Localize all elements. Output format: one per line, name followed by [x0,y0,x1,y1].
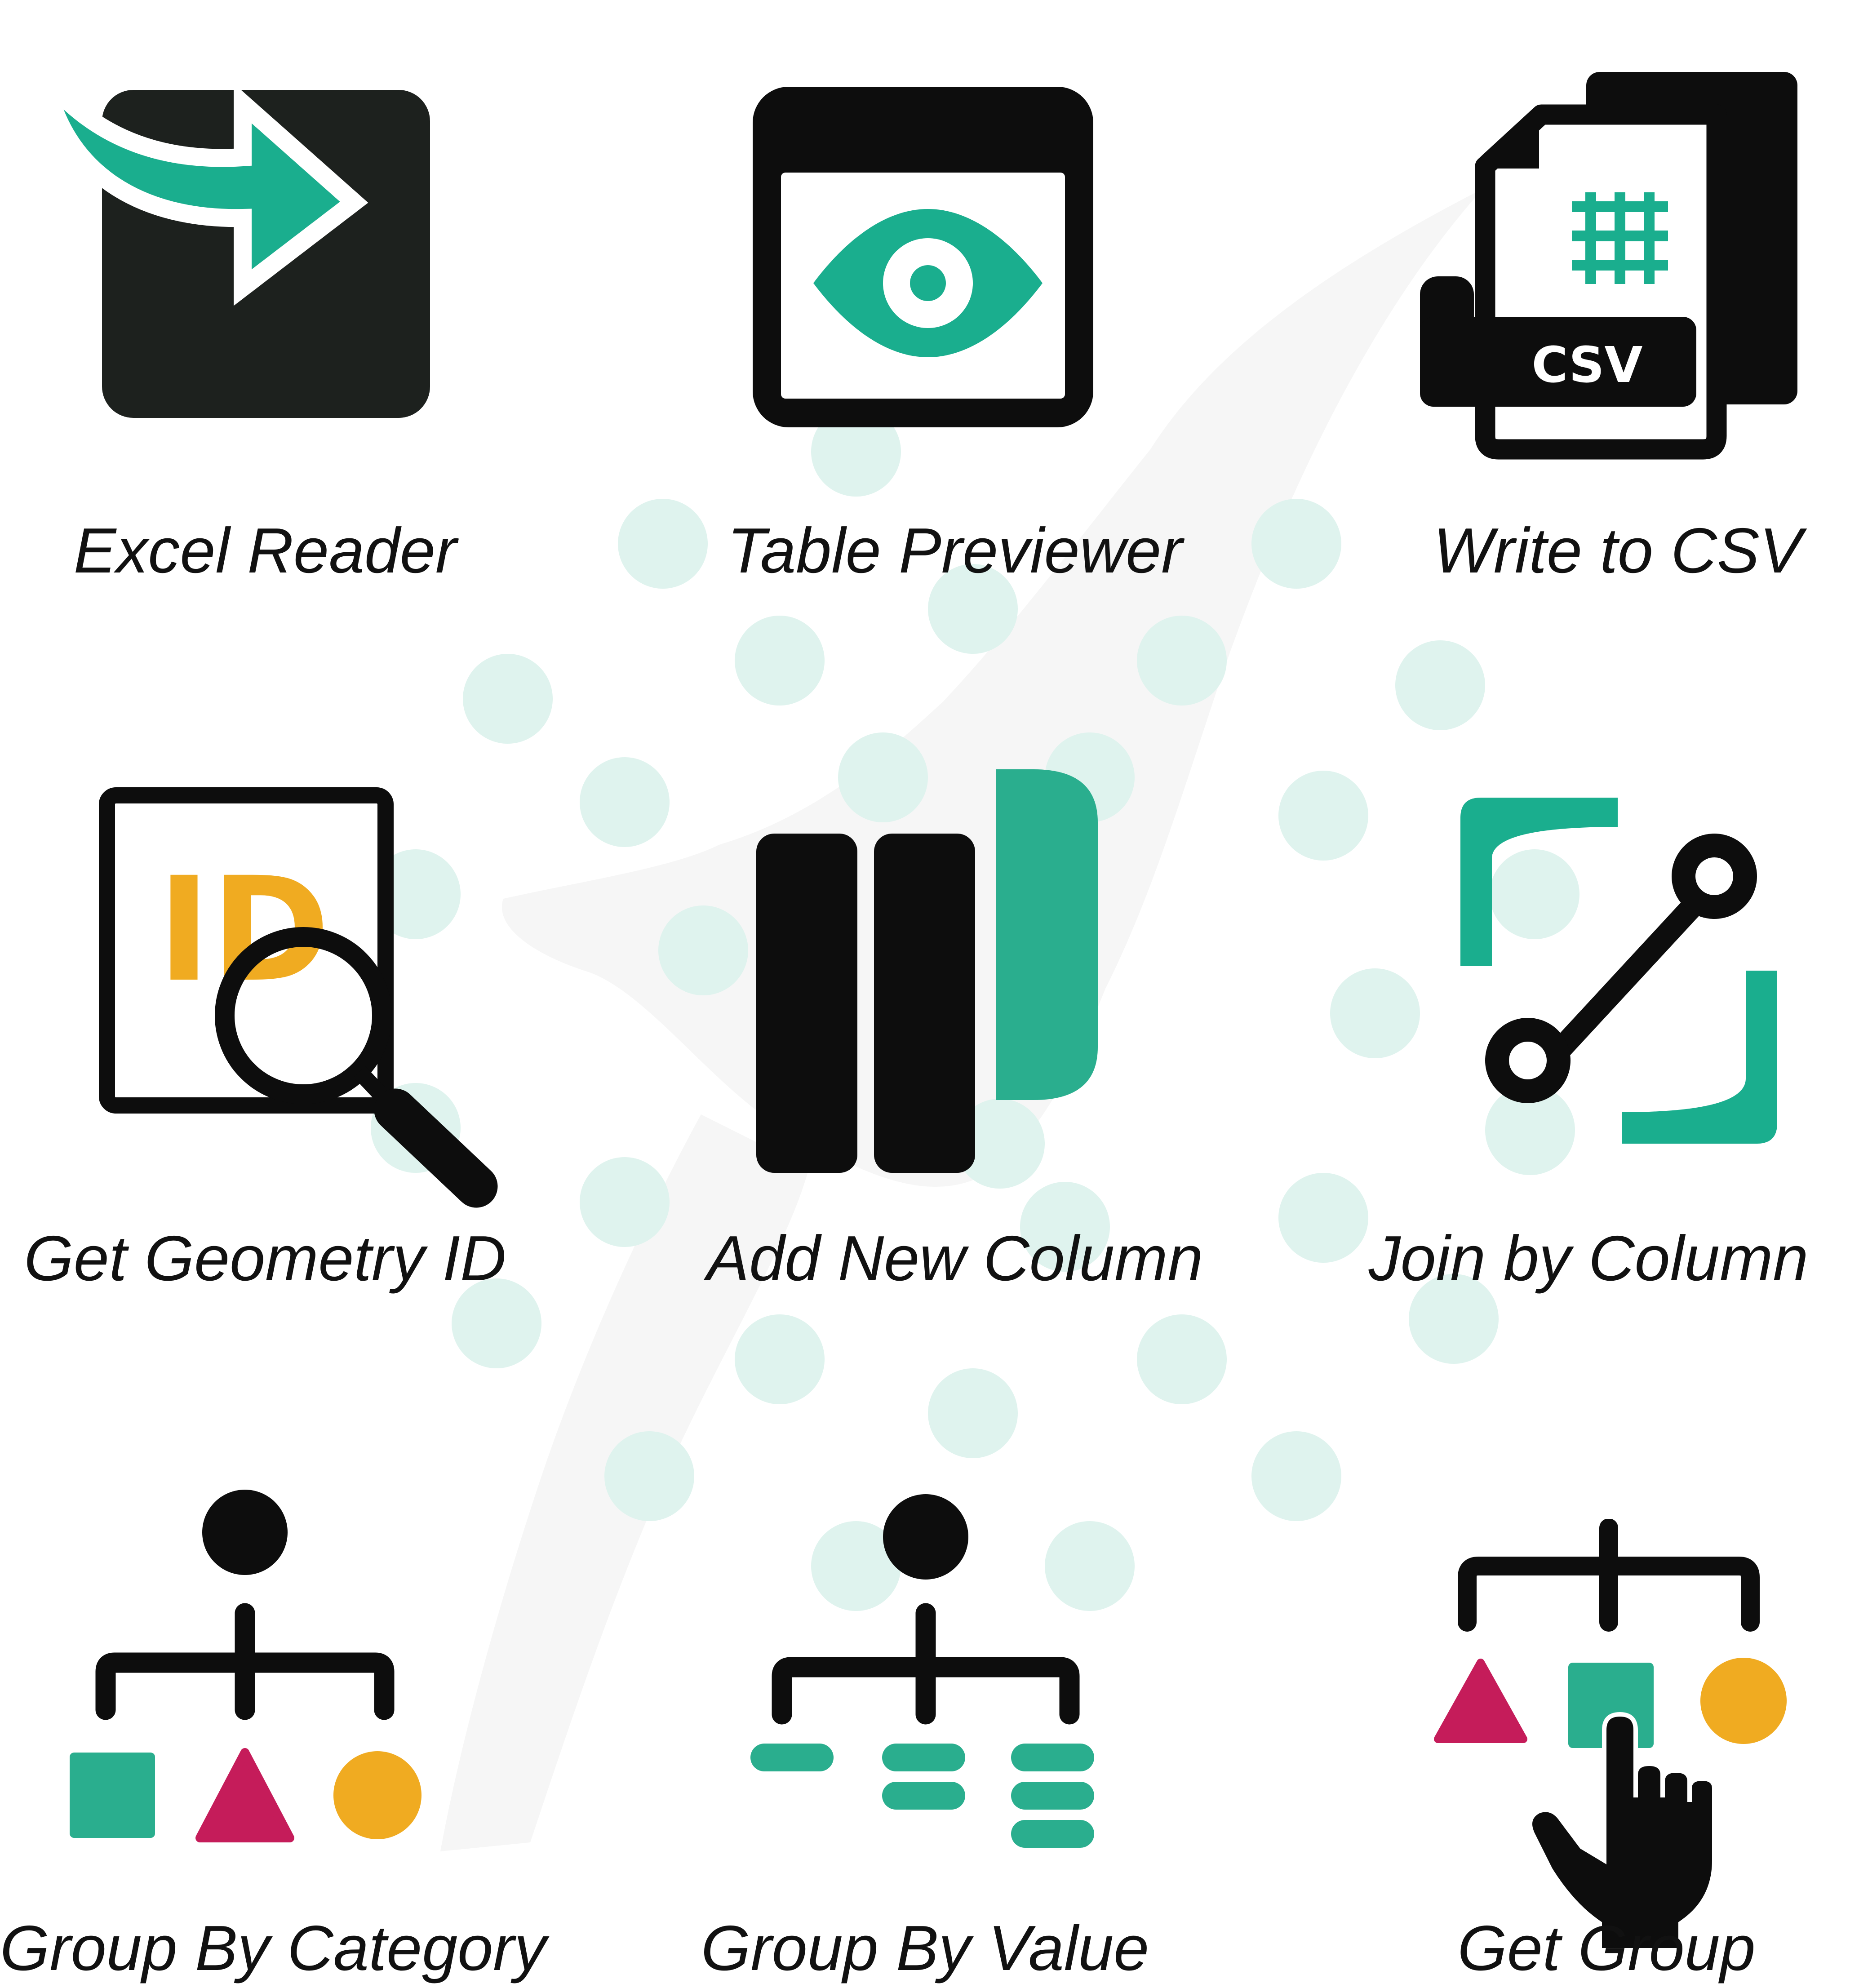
node-label-get-geometry-id: Get Geometry ID [24,1223,506,1294]
category-circle-shape [333,1751,421,1839]
node-label-group-by-category: Group By Category [0,1913,546,1984]
get-group-circle-shape [1700,1658,1787,1744]
category-triangle-shape [195,1748,294,1842]
value-bar-mid-1 [882,1744,965,1771]
csv-fold-corner [1485,117,1539,169]
join-by-column-icon [1460,798,1777,1144]
value-bar-right-3 [1011,1820,1094,1848]
value-bar-right-2 [1011,1782,1094,1810]
category-square-shape [70,1753,155,1838]
get-group-triangle-shape [1434,1659,1527,1743]
value-bar-mid-2 [882,1782,965,1810]
join-link-line [1535,874,1723,1076]
node-label-write-to-csv: Write to CSV [1433,515,1802,586]
column-one [756,834,857,1173]
icon-grid: CSV ID Excel Reader Table Previewer Writ… [0,0,1859,1988]
node-label-group-by-value: Group By Value [701,1913,1149,1984]
join-bracket-top-left [1460,798,1618,966]
node-label-add-new-column: Add New Column [706,1223,1203,1294]
get-geometry-id-icon: ID [99,787,498,1208]
column-new [996,769,1098,1100]
node-label-get-group: Get Group [1457,1913,1756,1984]
join-node-end-hole [1695,857,1733,895]
table-previewer-icon [753,87,1093,427]
value-root-node [883,1494,968,1580]
node-label-table-previewer: Table Previewer [727,515,1183,586]
excel-reader-icon [36,72,430,418]
group-by-value-icon [750,1494,1094,1848]
category-root-node [202,1490,288,1575]
join-bracket-bottom-right [1622,971,1777,1144]
table-previewer-pupil [910,265,946,301]
add-new-column-icon [756,769,1098,1173]
csv-badge-label: CSV [1531,336,1642,394]
node-label-join-by-column: Join by Column [1368,1223,1809,1294]
column-two [874,834,975,1173]
node-label-excel-reader: Excel Reader [73,515,457,586]
value-bar-left-1 [750,1744,834,1771]
join-node-start-hole [1509,1042,1547,1079]
value-bar-right-1 [1011,1744,1094,1771]
group-by-category-icon [70,1490,421,1842]
write-to-csv-icon: CSV [1420,72,1797,460]
value-bars [750,1744,1094,1848]
magnifier-handle [374,1088,498,1208]
csv-grid-icon [1572,192,1668,284]
get-group-icon [1434,1519,1787,1952]
